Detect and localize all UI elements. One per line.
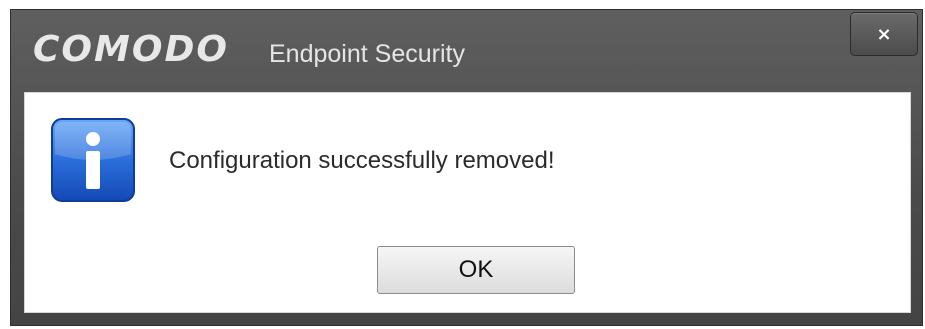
- product-name: Endpoint Security: [269, 40, 465, 68]
- message-text: Configuration successfully removed!: [169, 147, 555, 174]
- ok-button[interactable]: OK: [377, 246, 575, 294]
- info-icon: [51, 118, 135, 202]
- dialog-body: Configuration successfully removed! OK: [24, 92, 911, 313]
- title-bar[interactable]: COMODO Endpoint Security ×: [11, 10, 922, 92]
- brand-logo: COMODO: [33, 29, 229, 70]
- close-button[interactable]: ×: [850, 12, 918, 56]
- message-dialog: COMODO Endpoint Security × Configuration…: [10, 9, 923, 326]
